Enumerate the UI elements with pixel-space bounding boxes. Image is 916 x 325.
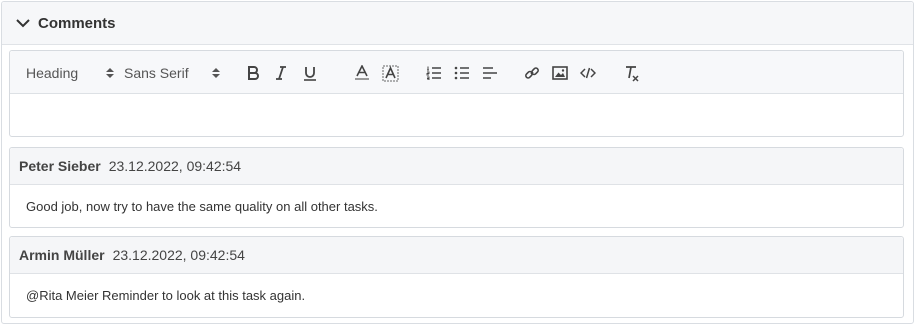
image-icon (552, 66, 568, 80)
font-color-button[interactable] (352, 63, 372, 83)
editor-text-area[interactable] (10, 94, 903, 136)
font-color-icon (355, 65, 369, 80)
comment-text: @Rita Meier Reminder to look at this tas… (26, 287, 306, 303)
code-button[interactable] (578, 63, 598, 83)
clear-format-icon (625, 65, 639, 82)
picker-arrows-icon (212, 68, 220, 78)
font-picker-label: Sans Serif (124, 64, 189, 81)
comments-panel-header[interactable]: Comments (2, 2, 913, 45)
clear-format-button[interactable] (621, 63, 641, 83)
picker-arrows-icon (106, 68, 114, 78)
comment-timestamp: 23.12.2022, 09:42:54 (108, 158, 242, 174)
background-color-icon (382, 65, 398, 81)
italic-button[interactable] (271, 63, 291, 83)
heading-picker-label: Heading (26, 64, 79, 81)
bold-icon (248, 66, 259, 80)
comment-text: Good job, now try to have the same quali… (26, 198, 378, 214)
comment-card: Peter Sieber 23.12.2022, 09:42:54 Good j… (9, 147, 904, 228)
editor-toolbar: Heading Sans Serif (10, 51, 903, 94)
align-icon (483, 67, 497, 79)
comment-editor: Heading Sans Serif (9, 50, 904, 137)
bullet-list-button[interactable] (452, 63, 472, 83)
image-button[interactable] (550, 63, 570, 83)
underline-icon (304, 66, 316, 81)
bold-button[interactable] (243, 63, 263, 83)
comment-author: Peter Sieber (19, 158, 101, 174)
align-button[interactable] (480, 63, 500, 83)
underline-button[interactable] (300, 63, 320, 83)
ordered-list-icon (426, 66, 441, 80)
comment-card: Armin Müller 23.12.2022, 09:42:54 @Rita … (9, 236, 904, 318)
comment-header: Armin Müller 23.12.2022, 09:42:54 (10, 237, 903, 274)
link-icon (525, 67, 539, 79)
italic-icon (276, 66, 286, 80)
link-button[interactable] (522, 63, 542, 83)
ordered-list-button[interactable] (424, 63, 444, 83)
heading-picker[interactable]: Heading (26, 51, 114, 94)
bullet-list-icon (454, 66, 469, 80)
font-picker[interactable]: Sans Serif (124, 51, 220, 94)
code-icon (580, 67, 596, 79)
panel-title: Comments (38, 14, 116, 32)
chevron-down-icon[interactable] (14, 14, 32, 32)
background-color-button[interactable] (380, 63, 400, 83)
comment-author: Armin Müller (19, 247, 105, 263)
comment-timestamp: 23.12.2022, 09:42:54 (112, 247, 245, 263)
comment-header: Peter Sieber 23.12.2022, 09:42:54 (10, 148, 903, 185)
